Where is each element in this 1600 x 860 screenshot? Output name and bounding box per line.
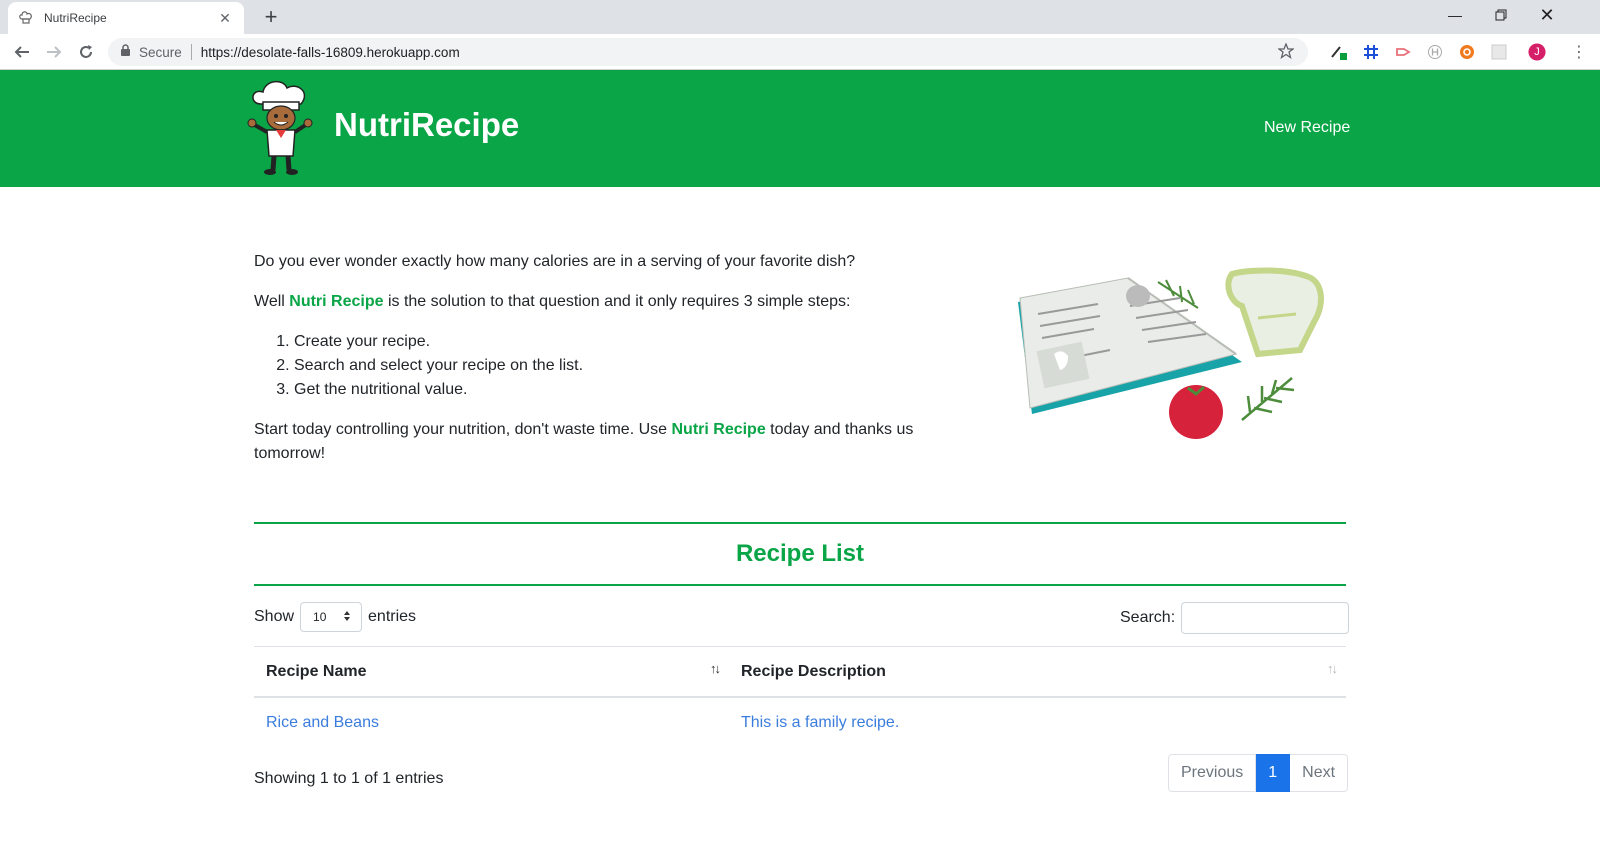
entries-select-value: 10 — [313, 610, 327, 624]
restore-icon[interactable] — [1478, 0, 1524, 30]
sort-arrows-icon: ↑↓ — [710, 661, 721, 676]
steps-list: Create your recipe. Search and select yo… — [294, 330, 954, 402]
entries-select[interactable]: 10 — [300, 602, 363, 632]
intro-question: Do you ever wonder exactly how many calo… — [254, 253, 856, 270]
forward-icon[interactable] — [42, 40, 66, 64]
recipe-description-link[interactable]: This is a family recipe. — [729, 714, 1346, 732]
site-header: NutriRecipe New Recipe — [0, 70, 1600, 187]
intro-closing: Start today controlling your nutrition, … — [254, 418, 954, 466]
recipe-list-bottom-rule — [254, 584, 1346, 586]
step-item: Get the nutritional value. — [294, 378, 954, 402]
previous-page-button[interactable]: Previous — [1168, 754, 1257, 792]
intro-section: Do you ever wonder exactly how many calo… — [254, 250, 954, 482]
browser-tab[interactable]: NutriRecipe ✕ — [8, 2, 244, 34]
reload-icon[interactable] — [74, 40, 98, 64]
recipe-table: Recipe Name ↑↓ Recipe Description ↑↓ Ric… — [254, 646, 1346, 748]
address-bar[interactable]: Secure https://desolate-falls-16809.hero… — [108, 38, 1308, 66]
table-header-row: Recipe Name ↑↓ Recipe Description ↑↓ — [254, 647, 1346, 698]
browser-toolbar: Secure https://desolate-falls-16809.hero… — [0, 34, 1600, 70]
extension-arrow-icon[interactable] — [1394, 43, 1412, 61]
back-icon[interactable] — [10, 40, 34, 64]
intro-solution: Well Nutri Recipe is the solution to tha… — [254, 290, 954, 314]
browser-tabstrip: NutriRecipe ✕ + — ✕ — [0, 0, 1600, 34]
next-page-button[interactable]: Next — [1290, 754, 1349, 792]
intro-brand-highlight: Nutri Recipe — [289, 293, 384, 310]
chef-hat-icon — [18, 10, 34, 26]
extension-blank-icon[interactable] — [1490, 43, 1508, 61]
column-header-label: Recipe Name — [266, 662, 367, 680]
intro-closing-prefix: Start today controlling your nutrition, … — [254, 421, 672, 438]
new-tab-button[interactable]: + — [258, 4, 284, 30]
search-input[interactable] — [1181, 602, 1350, 634]
column-header-recipe-name[interactable]: Recipe Name ↑↓ — [254, 647, 729, 696]
cookbook-illustration — [1010, 262, 1340, 452]
table-row: Rice and Beans This is a family recipe. — [254, 698, 1346, 748]
bookmark-star-icon[interactable] — [1277, 42, 1295, 62]
url-text: https://desolate-falls-16809.herokuapp.c… — [200, 44, 460, 60]
tab-title: NutriRecipe — [44, 11, 107, 25]
extension-orange-icon[interactable] — [1458, 43, 1476, 61]
recipe-list-top-rule — [254, 522, 1346, 524]
column-header-label: Recipe Description — [741, 662, 886, 680]
profile-avatar[interactable]: J — [1528, 43, 1546, 61]
column-header-recipe-description[interactable]: Recipe Description ↑↓ — [729, 647, 1346, 696]
close-window-icon[interactable]: ✕ — [1524, 0, 1570, 30]
entries-length-control: Show 10 entries — [254, 602, 416, 632]
page-1-button[interactable]: 1 — [1256, 754, 1291, 792]
intro-solution-suffix: is the solution to that question and it … — [383, 293, 851, 310]
extension-grid-icon[interactable] — [1362, 43, 1380, 61]
minimize-icon[interactable]: — — [1432, 0, 1478, 30]
step-item: Create your recipe. — [294, 330, 954, 354]
chef-logo[interactable] — [247, 80, 313, 176]
new-recipe-link[interactable]: New Recipe — [1264, 119, 1350, 137]
entries-label: entries — [368, 608, 417, 625]
show-label: Show — [254, 608, 295, 625]
intro-closing-brand: Nutri Recipe — [671, 421, 766, 438]
secure-label: Secure — [139, 44, 182, 60]
profile-initial: J — [1534, 46, 1540, 58]
table-info: Showing 1 to 1 of 1 entries — [254, 770, 444, 787]
recipe-list-title: Recipe List — [735, 540, 865, 567]
extension-h-icon[interactable] — [1426, 43, 1444, 61]
brand-title[interactable]: NutriRecipe — [334, 106, 519, 144]
recipe-name-link[interactable]: Rice and Beans — [254, 714, 729, 732]
search-label: Search: — [1120, 609, 1176, 626]
sort-arrows-icon: ↑↓ — [1327, 661, 1338, 676]
omnibox-divider — [190, 44, 192, 60]
pagination: Previous 1 Next — [1168, 754, 1349, 792]
extension-pen-icon[interactable] — [1330, 43, 1348, 61]
close-tab-icon[interactable]: ✕ — [216, 10, 234, 27]
select-arrows-icon — [343, 610, 351, 625]
browser-menu-icon[interactable]: ⋮ — [1570, 43, 1588, 61]
lock-icon — [120, 44, 131, 60]
intro-solution-prefix: Well — [254, 293, 290, 310]
table-search: Search: — [1120, 602, 1350, 634]
step-item: Search and select your recipe on the lis… — [294, 354, 954, 378]
